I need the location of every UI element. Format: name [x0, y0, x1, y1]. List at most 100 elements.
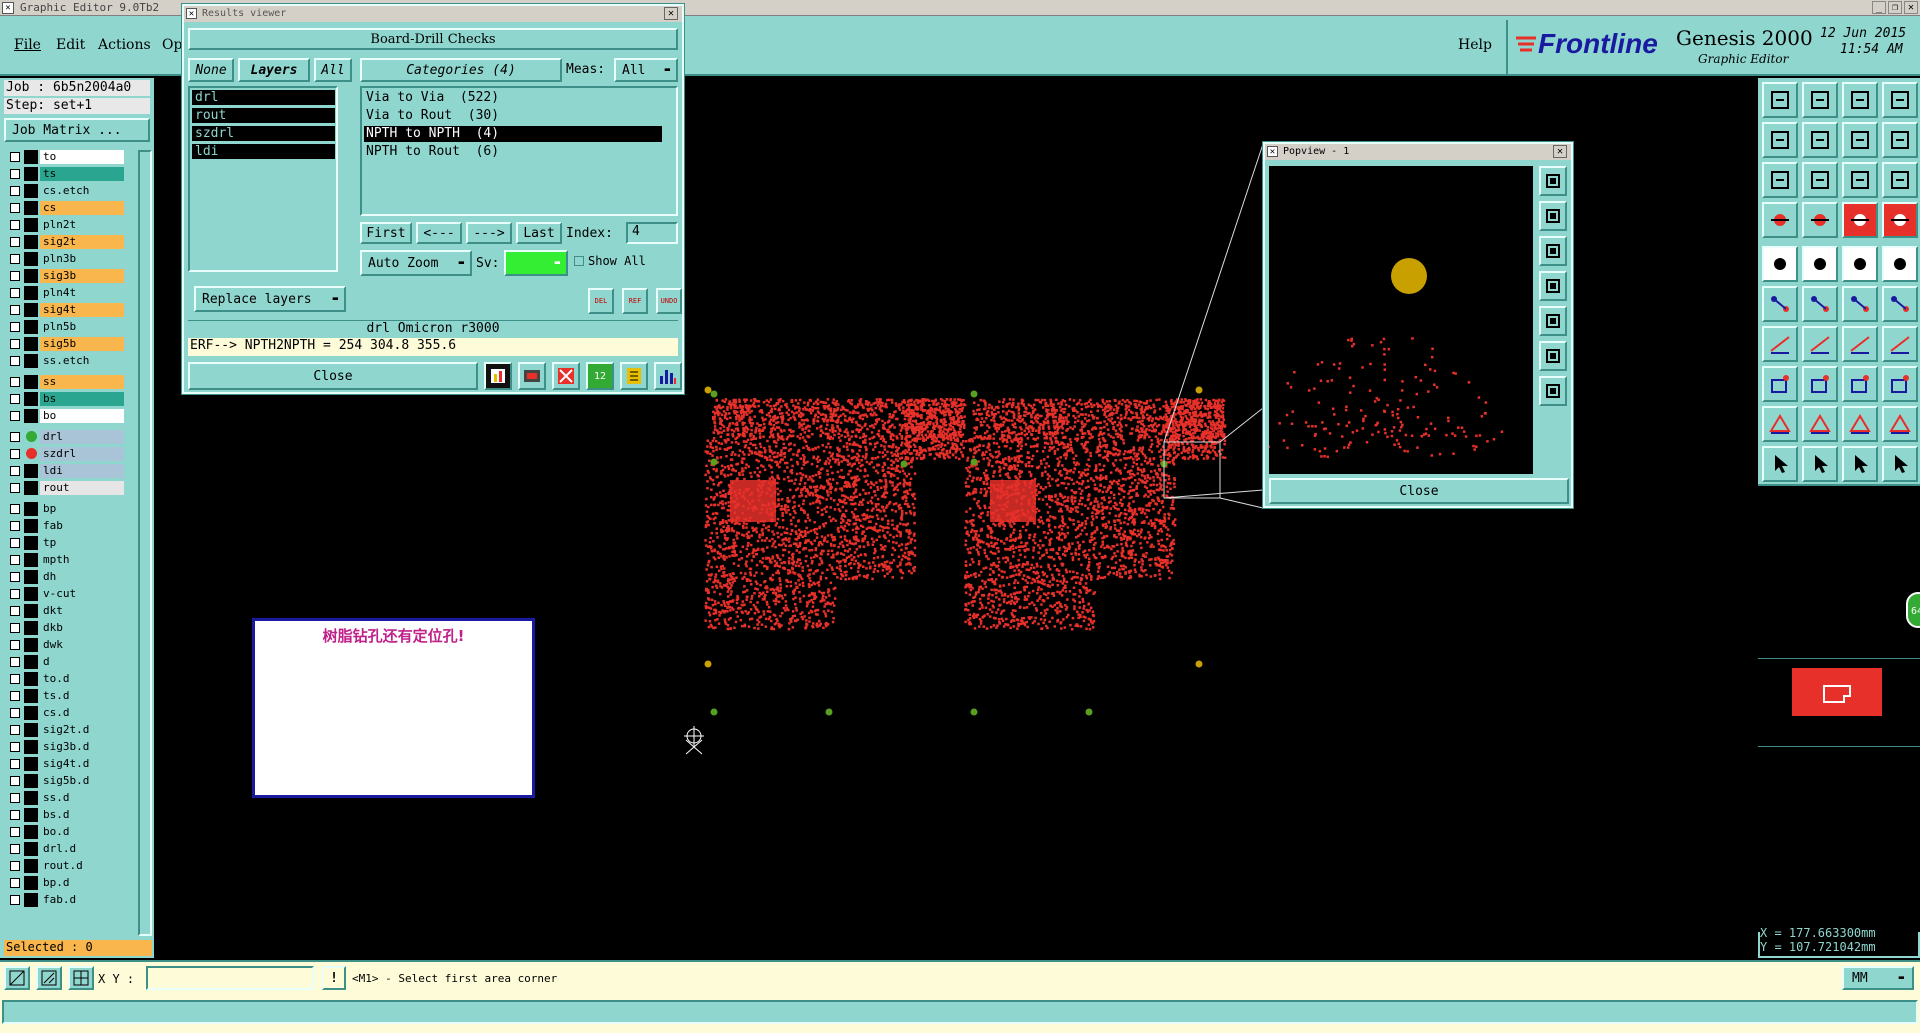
- help-icon[interactable]: [1882, 162, 1918, 198]
- menu-file[interactable]: File: [14, 37, 41, 53]
- layer-checkbox[interactable]: [10, 411, 20, 421]
- pointer-move-icon[interactable]: [1882, 446, 1918, 482]
- undo-mark-button[interactable]: UNDO: [656, 288, 682, 314]
- circle-icon[interactable]: [1882, 246, 1918, 282]
- layer-name[interactable]: pln4t: [40, 286, 124, 300]
- layer-row-bp[interactable]: bp: [6, 502, 124, 516]
- layer-row-szdrl[interactable]: szdrl: [6, 447, 124, 461]
- cross-icon[interactable]: [1802, 286, 1838, 322]
- popview-close-x[interactable]: ✕: [1553, 145, 1567, 158]
- pop-fit-icon[interactable]: [1539, 166, 1567, 196]
- triangle-icon[interactable]: [1762, 406, 1798, 442]
- layer-checkbox[interactable]: [10, 861, 20, 871]
- layer-checkbox[interactable]: [10, 377, 20, 387]
- index-input[interactable]: 4: [626, 222, 678, 244]
- layer-row-ts[interactable]: ts: [6, 167, 124, 181]
- units-select[interactable]: MM ▬: [1842, 966, 1914, 990]
- layer-row-dh[interactable]: dh: [6, 570, 124, 584]
- layer-row-sig2t-d[interactable]: sig2t.d: [6, 723, 124, 737]
- report-icon[interactable]: [484, 362, 512, 390]
- layer-row-bo[interactable]: bo: [6, 409, 124, 423]
- layer-name[interactable]: dkb: [40, 621, 124, 635]
- pan-left-icon[interactable]: [1762, 122, 1798, 158]
- results-layer-item[interactable]: drl: [192, 90, 335, 105]
- layer-row-to[interactable]: to: [6, 150, 124, 164]
- scale-icon[interactable]: [1842, 162, 1878, 198]
- layer-row-pln4t[interactable]: pln4t: [6, 286, 124, 300]
- category-item[interactable]: NPTH to Rout (6): [364, 144, 662, 160]
- layer-row-v-cut[interactable]: v-cut: [6, 587, 124, 601]
- layer-checkbox[interactable]: [10, 254, 20, 264]
- layer-name[interactable]: szdrl: [40, 447, 124, 461]
- layer-row-pln5b[interactable]: pln5b: [6, 320, 124, 334]
- layer-checkbox[interactable]: [10, 449, 20, 459]
- layer-name[interactable]: sig2t: [40, 235, 124, 249]
- layer-checkbox[interactable]: [10, 538, 20, 548]
- restore-button[interactable]: ❐: [1888, 1, 1902, 14]
- step-icon[interactable]: [1882, 122, 1918, 158]
- layer-row-dwk[interactable]: dwk: [6, 638, 124, 652]
- layers-button[interactable]: Layers: [238, 58, 310, 82]
- layer-name[interactable]: tp: [40, 536, 124, 550]
- job-matrix-button[interactable]: Job Matrix ...: [4, 118, 150, 142]
- layer-checkbox[interactable]: [10, 640, 20, 650]
- minus-line-icon[interactable]: [1802, 366, 1838, 402]
- layer-checkbox[interactable]: [10, 895, 20, 905]
- results-layer-item[interactable]: rout: [192, 108, 335, 123]
- layer-row-sig2t[interactable]: sig2t: [6, 235, 124, 249]
- layer-checkbox[interactable]: [10, 220, 20, 230]
- layer-row-rout-d[interactable]: rout.d: [6, 859, 124, 873]
- layer-name[interactable]: bo.d: [40, 825, 124, 839]
- layer-name[interactable]: rout: [40, 481, 124, 495]
- layers-all-button[interactable]: All: [314, 58, 352, 82]
- layer-checkbox[interactable]: [10, 623, 20, 633]
- layer-name[interactable]: ts: [40, 167, 124, 181]
- layer-checkbox[interactable]: [10, 432, 20, 442]
- layer-name[interactable]: fab.d: [40, 893, 124, 907]
- layer-row-drl[interactable]: drl: [6, 430, 124, 444]
- pop-zoom-out-icon[interactable]: [1539, 376, 1567, 406]
- layer-row-bs[interactable]: bs: [6, 392, 124, 406]
- layer-row-sig4t-d[interactable]: sig4t.d: [6, 757, 124, 771]
- results-layer-item[interactable]: ldi: [192, 144, 335, 159]
- pop-zoom-in-icon[interactable]: [1539, 341, 1567, 371]
- layer-checkbox[interactable]: [10, 708, 20, 718]
- layer-checkbox[interactable]: [10, 810, 20, 820]
- layer-name[interactable]: dkt: [40, 604, 124, 618]
- measure-mode-icon[interactable]: [68, 966, 94, 990]
- popview-close-button[interactable]: Close: [1269, 478, 1569, 504]
- hole-icon[interactable]: [1762, 246, 1798, 282]
- layer-checkbox[interactable]: [10, 322, 20, 332]
- layer-checkbox[interactable]: [10, 186, 20, 196]
- layer-name[interactable]: bo: [40, 409, 124, 423]
- layer-checkbox[interactable]: [10, 169, 20, 179]
- results-layer-list[interactable]: drl rout szdrl ldi: [188, 86, 338, 272]
- layer-row-bs-d[interactable]: bs.d: [6, 808, 124, 822]
- layer-row-d[interactable]: d: [6, 655, 124, 669]
- layer-name[interactable]: bp: [40, 502, 124, 516]
- layer-checkbox[interactable]: [10, 339, 20, 349]
- arc-icon[interactable]: [1842, 406, 1878, 442]
- layer-checkbox[interactable]: [10, 793, 20, 803]
- layer-checkbox[interactable]: [10, 555, 20, 565]
- refresh-mark-button[interactable]: REF: [622, 288, 648, 314]
- layer-name[interactable]: dwk: [40, 638, 124, 652]
- layer-checkbox[interactable]: [10, 152, 20, 162]
- layer-scrollbar[interactable]: [138, 150, 152, 936]
- layer-row-pln2t[interactable]: pln2t: [6, 218, 124, 232]
- layer-name[interactable]: cs.etch: [40, 184, 124, 198]
- layer-checkbox[interactable]: [10, 674, 20, 684]
- category-item[interactable]: Via to Via (522): [364, 90, 662, 106]
- pad-icon[interactable]: [1802, 202, 1838, 238]
- pan-right-icon[interactable]: [1802, 122, 1838, 158]
- home-icon[interactable]: [1842, 82, 1878, 118]
- pop-left-icon[interactable]: [1539, 271, 1567, 301]
- layer-row-sig5b-d[interactable]: sig5b.d: [6, 774, 124, 788]
- layer-row-cs-etch[interactable]: cs.etch: [6, 184, 124, 198]
- layer-name[interactable]: bs: [40, 392, 124, 406]
- ruler-icon[interactable]: [1842, 246, 1878, 282]
- layer-row-ldi[interactable]: ldi: [6, 464, 124, 478]
- layer-checkbox[interactable]: [10, 657, 20, 667]
- results-layer-item[interactable]: szdrl: [192, 126, 335, 141]
- snap-mode-icon[interactable]: [4, 966, 30, 990]
